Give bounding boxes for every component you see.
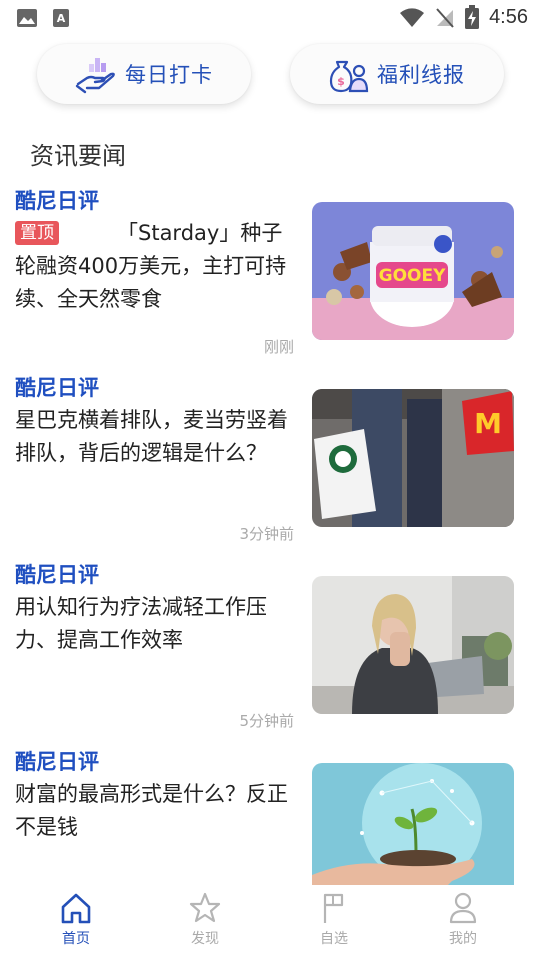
svg-text:$: $ [337, 75, 345, 88]
daily-checkin-label: 每日打卡 [125, 63, 213, 87]
status-time: 4:56 [489, 5, 528, 28]
tab-watchlist[interactable]: 自选 [284, 891, 384, 948]
money-bag-person-icon: $ [329, 60, 369, 93]
news-time: 3分钟前 [239, 525, 294, 543]
bottom-tab-bar: 首页 发现 自选 我的 [0, 885, 540, 960]
news-title[interactable]: 星巴克横着排队，麦当劳竖着排队，背后的逻辑是什么？ [15, 404, 295, 470]
news-thumbnail[interactable]: GOOEY [312, 202, 514, 340]
pinned-badge: 置顶 [15, 221, 59, 245]
tab-home-label: 首页 [62, 931, 90, 947]
news-item[interactable]: 酷尼日评 置顶 「Starday」种子轮融资400万美元，主打可持续、全天然零食 … [0, 183, 540, 370]
news-title[interactable]: 财富的最高形式是什么？反正不是钱 [15, 778, 295, 844]
news-thumbnail[interactable]: M [312, 389, 514, 527]
image-notification-icon [17, 9, 37, 27]
news-source: 酷尼日评 [15, 189, 99, 213]
home-icon [61, 893, 91, 924]
news-feed[interactable]: 酷尼日评 置顶 「Starday」种子轮融资400万美元，主打可持续、全天然零食 … [0, 183, 540, 931]
news-item[interactable]: 酷尼日评 用认知行为疗法减轻工作压力、提高工作效率 5分钟前 [0, 557, 540, 744]
news-title[interactable]: 用认知行为疗法减轻工作压力、提高工作效率 [15, 591, 295, 657]
tab-discover-label: 发现 [191, 931, 219, 947]
news-source: 酷尼日评 [15, 563, 99, 587]
wifi-icon [400, 8, 425, 27]
news-title[interactable]: 置顶 「Starday」种子轮融资400万美元，主打可持续、全天然零食 [15, 217, 295, 316]
daily-checkin-button[interactable]: 每日打卡 [37, 44, 251, 104]
svg-text:GOOEY: GOOEY [379, 266, 446, 286]
news-time: 5分钟前 [239, 712, 294, 730]
news-item[interactable]: 酷尼日评 星巴克横着排队，麦当劳竖着排队，背后的逻辑是什么？ 3分钟前 M [0, 370, 540, 557]
tab-profile[interactable]: 我的 [413, 891, 513, 948]
star-icon [189, 892, 221, 923]
hand-coin-chart-icon [75, 58, 115, 94]
tab-home[interactable]: 首页 [26, 891, 126, 948]
news-thumbnail[interactable] [312, 763, 514, 901]
tab-profile-label: 我的 [449, 931, 477, 947]
flag-icon [323, 893, 344, 923]
news-source: 酷尼日评 [15, 376, 99, 400]
news-source: 酷尼日评 [15, 750, 99, 774]
news-thumbnail[interactable] [312, 576, 514, 714]
text-notification-icon: A [53, 9, 69, 27]
section-title: 资讯要闻 [30, 142, 126, 170]
welfare-news-label: 福利线报 [377, 63, 465, 87]
person-icon [449, 892, 477, 924]
svg-text:M: M [474, 407, 502, 440]
tab-discover[interactable]: 发现 [155, 891, 255, 948]
no-signal-icon [436, 8, 454, 28]
battery-charging-icon [465, 5, 480, 29]
quick-actions: 每日打卡 $ 福利线报 [0, 44, 540, 104]
tab-watchlist-label: 自选 [320, 931, 348, 947]
status-bar: A 4:56 [0, 0, 540, 36]
news-time: 刚刚 [263, 338, 294, 356]
svg-text:A: A [57, 12, 66, 25]
welfare-news-button[interactable]: $ 福利线报 [290, 44, 504, 104]
